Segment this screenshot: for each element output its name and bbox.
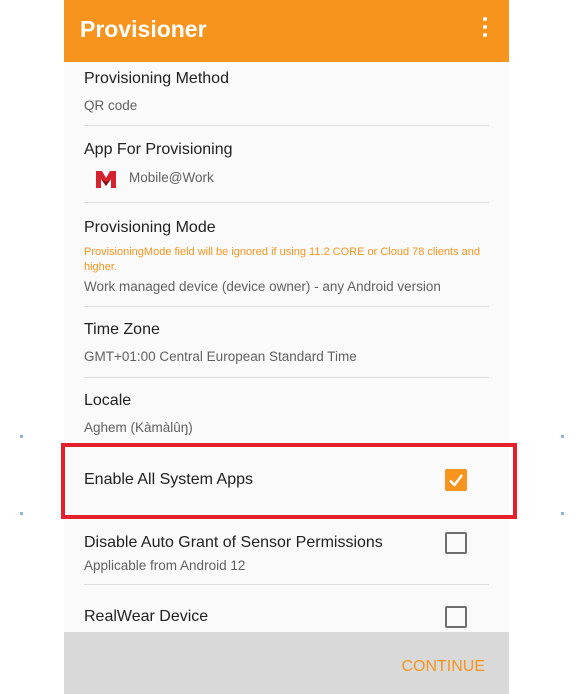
- setting-realwear-device[interactable]: RealWear Device: [84, 585, 489, 632]
- mobileiron-logo-icon: [96, 171, 116, 188]
- selection-dot: [20, 435, 23, 438]
- setting-value: Aghem (Kàmàlûŋ): [84, 420, 193, 435]
- selection-dot: [561, 512, 564, 515]
- setting-title: Enable All System Apps: [84, 471, 253, 488]
- provisioner-screen: Provisioner Provisioning Method QR code …: [64, 0, 509, 694]
- setting-time-zone[interactable]: Time Zone GMT+01:00 Central European Sta…: [84, 307, 489, 378]
- app-name: Mobile@Work: [129, 170, 214, 185]
- disable-auto-grant-checkbox[interactable]: [445, 532, 467, 554]
- setting-title: RealWear Device: [84, 608, 209, 625]
- selection-dot: [561, 435, 564, 438]
- provisioning-mode-warning: ProvisioningMode field will be ignored i…: [84, 246, 481, 273]
- setting-provisioning-method[interactable]: Provisioning Method QR code: [84, 62, 489, 126]
- setting-provisioning-mode[interactable]: Provisioning Mode ProvisioningMode field…: [84, 203, 489, 307]
- settings-list[interactable]: Provisioning Method QR code App For Prov…: [64, 62, 509, 632]
- setting-title: App For Provisioning: [84, 141, 233, 158]
- setting-app-for-provisioning[interactable]: App For Provisioning Mobile@Work: [84, 126, 489, 203]
- app-title: Provisioner: [80, 16, 207, 42]
- setting-title: Disable Auto Grant of Sensor Permissions: [84, 534, 383, 551]
- enable-all-system-apps-checkbox[interactable]: [445, 469, 467, 491]
- selection-dot: [20, 512, 23, 515]
- bottom-bar: CONTINUE: [64, 632, 509, 694]
- app-bar: Provisioner: [64, 0, 509, 62]
- checkmark-icon: [449, 474, 463, 487]
- continue-button[interactable]: CONTINUE: [401, 658, 485, 676]
- setting-locale[interactable]: Locale Aghem (Kàmàlûŋ): [84, 378, 489, 448]
- setting-title: Time Zone: [84, 321, 160, 338]
- setting-title: Provisioning Mode: [84, 219, 216, 236]
- setting-title: Locale: [84, 392, 132, 409]
- setting-value: Work managed device (device owner) - any…: [84, 279, 441, 294]
- setting-value: Applicable from Android 12: [84, 558, 246, 573]
- setting-disable-auto-grant[interactable]: Disable Auto Grant of Sensor Permissions…: [84, 520, 489, 585]
- setting-value: QR code: [84, 98, 138, 113]
- realwear-device-checkbox[interactable]: [445, 606, 467, 628]
- setting-title: Provisioning Method: [84, 70, 229, 87]
- more-vertical-icon[interactable]: [473, 14, 497, 44]
- setting-value: GMT+01:00 Central European Standard Time: [84, 349, 357, 364]
